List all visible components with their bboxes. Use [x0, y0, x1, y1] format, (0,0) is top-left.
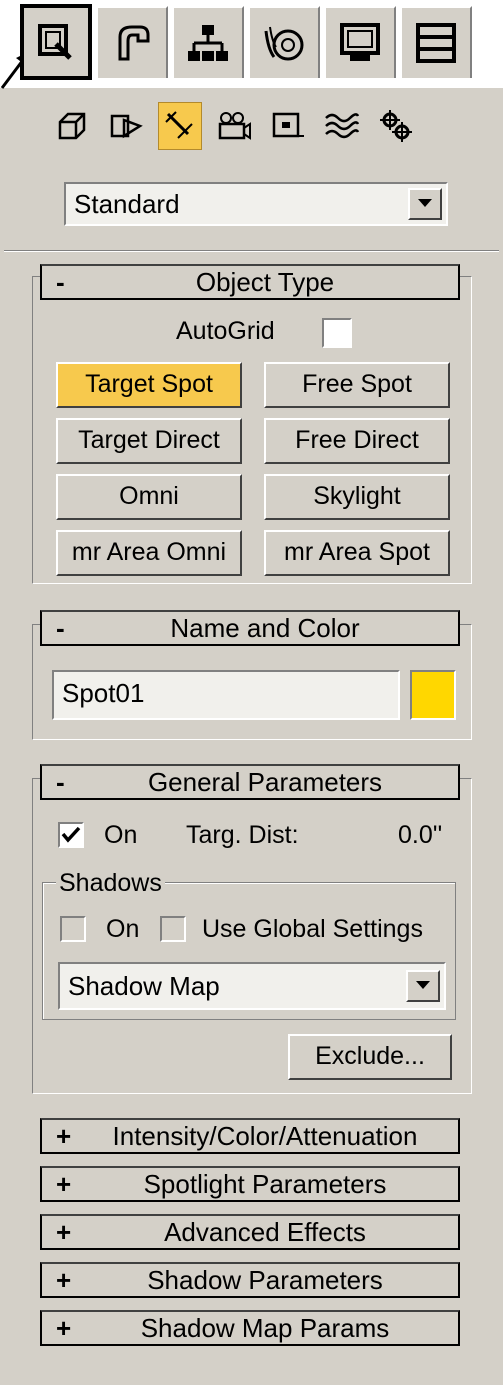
display-tab-icon	[340, 23, 380, 61]
dropdown-arrow-button[interactable]	[408, 188, 442, 220]
collapse-sign: -	[56, 613, 65, 643]
omni-button[interactable]: Omni	[56, 474, 242, 520]
helpers-button[interactable]	[266, 102, 310, 150]
separator	[4, 250, 499, 252]
space-warps-button[interactable]	[320, 102, 364, 150]
create-tab-icon	[38, 24, 72, 60]
targ-dist-value: 0.0''	[398, 821, 443, 849]
display-tab[interactable]	[324, 6, 396, 78]
free-direct-button[interactable]: Free Direct	[264, 418, 450, 464]
use-global-settings-label: Use Global Settings	[202, 915, 423, 943]
collapse-sign: -	[56, 767, 65, 797]
rollout-title: Spotlight Parameters	[143, 1169, 387, 1199]
shadows-group-label: Shadows	[56, 868, 165, 898]
exclude-button[interactable]: Exclude...	[288, 1034, 452, 1080]
chevron-down-icon	[416, 981, 430, 989]
motion-tab[interactable]	[248, 6, 320, 78]
dropdown-arrow-button[interactable]	[406, 970, 440, 1002]
shadow-map-params-rollout[interactable]: + Shadow Map Params	[40, 1310, 460, 1346]
mr-area-omni-button[interactable]: mr Area Omni	[56, 530, 242, 576]
rollout-title: Shadow Map Params	[140, 1313, 390, 1343]
command-panel: Standard - Object Type AutoGrid Target S…	[0, 0, 503, 1385]
expand-sign: +	[56, 1217, 72, 1247]
shadow-type-dropdown[interactable]: Shadow Map	[58, 962, 446, 1010]
modify-tab[interactable]	[96, 6, 168, 78]
use-global-settings-checkbox[interactable]	[160, 916, 186, 942]
shadows-on-label: On	[106, 915, 140, 943]
helpers-icon	[272, 112, 304, 138]
systems-icon	[380, 110, 412, 142]
lights-icon	[165, 111, 193, 139]
hierarchy-tab-icon	[188, 25, 228, 61]
object-name-field[interactable]: Spot01	[52, 670, 400, 720]
advanced-effects-rollout[interactable]: + Advanced Effects	[40, 1214, 460, 1250]
rollout-title: Intensity/Color/Attenuation	[112, 1121, 418, 1151]
expand-sign: +	[56, 1313, 72, 1343]
modify-tab-icon	[118, 25, 150, 61]
color-swatch[interactable]	[410, 670, 456, 720]
autogrid-label: AutoGrid	[176, 317, 275, 345]
skylight-button[interactable]: Skylight	[264, 474, 450, 520]
expand-sign: +	[56, 1121, 72, 1151]
cameras-icon	[218, 112, 251, 140]
motion-tab-icon	[264, 26, 304, 61]
space-warps-icon	[325, 113, 360, 139]
shadow-type-value: Shadow Map	[68, 971, 220, 1001]
category-toolbar	[0, 96, 503, 156]
general-parameters-header[interactable]: - General Parameters	[40, 764, 460, 800]
object-type-header[interactable]: - Object Type	[40, 264, 460, 300]
systems-button[interactable]	[374, 102, 418, 150]
rollout-title: Name and Color	[170, 613, 360, 643]
utilities-tab[interactable]	[400, 6, 472, 78]
free-spot-button[interactable]: Free Spot	[264, 362, 450, 408]
name-and-color-header[interactable]: - Name and Color	[40, 610, 460, 646]
rollout-title: Shadow Parameters	[147, 1265, 383, 1295]
targ-dist-label: Targ. Dist:	[186, 821, 299, 849]
expand-sign: +	[56, 1265, 72, 1295]
utilities-tab-icon	[416, 23, 456, 63]
create-tab[interactable]	[20, 4, 92, 80]
geometry-icon	[58, 112, 86, 140]
expand-sign: +	[56, 1169, 72, 1199]
rollout-title: Object Type	[195, 267, 335, 297]
rollout-title: Advanced Effects	[164, 1217, 366, 1247]
chevron-down-icon	[418, 199, 432, 207]
autogrid-checkbox[interactable]	[322, 318, 352, 348]
object-category-value: Standard	[74, 189, 180, 219]
object-category-dropdown[interactable]: Standard	[64, 182, 448, 226]
rollout-title: General Parameters	[147, 767, 383, 797]
shadows-on-checkbox[interactable]	[60, 916, 86, 942]
lights-button[interactable]	[158, 102, 202, 150]
intensity-color-attenuation-rollout[interactable]: + Intensity/Color/Attenuation	[40, 1118, 460, 1154]
shadow-parameters-rollout[interactable]: + Shadow Parameters	[40, 1262, 460, 1298]
command-panel-tabs	[0, 0, 503, 89]
checkmark-icon	[61, 826, 81, 843]
target-direct-button[interactable]: Target Direct	[56, 418, 242, 464]
target-spot-button[interactable]: Target Spot	[56, 362, 242, 408]
spotlight-parameters-rollout[interactable]: + Spotlight Parameters	[40, 1166, 460, 1202]
cameras-button[interactable]	[212, 102, 256, 150]
shapes-button[interactable]	[104, 102, 148, 150]
shapes-icon	[110, 114, 143, 139]
light-on-checkbox[interactable]	[58, 822, 84, 848]
mr-area-spot-button[interactable]: mr Area Spot	[264, 530, 450, 576]
collapse-sign: -	[56, 267, 65, 297]
geometry-button[interactable]	[50, 102, 94, 150]
hierarchy-tab[interactable]	[172, 6, 244, 78]
light-on-label: On	[104, 821, 138, 849]
